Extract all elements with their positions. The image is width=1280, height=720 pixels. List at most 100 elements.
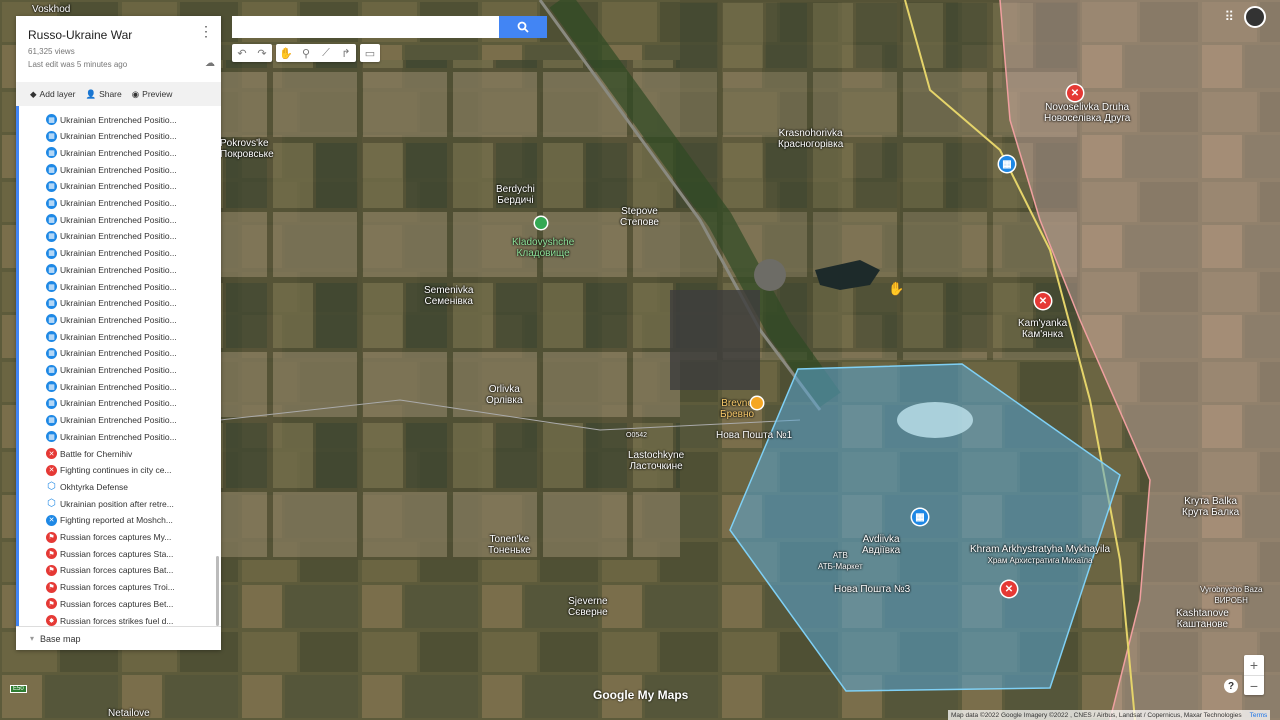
layer-list-item[interactable]: ▦ Ukrainian Entrenched Positio...: [46, 429, 177, 444]
layer-item-label: Ukrainian Entrenched Positio...: [60, 231, 177, 242]
fortification-marker[interactable]: ▦: [912, 509, 928, 525]
layer-list-item[interactable]: ⬡ Ukrainian position after retre...: [46, 496, 174, 511]
place-name: Pokrovs'ke: [220, 138, 269, 149]
blue-fort-icon: ▦: [46, 431, 57, 443]
layer-list-item[interactable]: ▦ Ukrainian Entrenched Positio...: [46, 279, 177, 294]
layer-list-item[interactable]: ⚑ Russian forces captures Bet...: [46, 596, 173, 611]
layer-list-item[interactable]: ▦ Ukrainian Entrenched Positio...: [46, 262, 177, 277]
layer-list-item[interactable]: ▦ Ukrainian Entrenched Positio...: [46, 179, 177, 194]
layer-list-item[interactable]: ▦ Ukrainian Entrenched Positio...: [46, 396, 177, 411]
help-icon[interactable]: ?: [1224, 679, 1238, 693]
layer-item-label: Ukrainian Entrenched Positio...: [60, 431, 177, 442]
layer-list-item[interactable]: ▦ Ukrainian Entrenched Positio...: [46, 296, 177, 311]
layer-list-item[interactable]: ✕ Fighting continues in city ce...: [46, 463, 172, 478]
layer-list-item[interactable]: ▦ Ukrainian Entrenched Positio...: [46, 363, 177, 378]
place-name: Lastochkyne: [628, 450, 685, 461]
draw-tools: ✋ ⚲ ⟋ ↱: [276, 44, 356, 62]
layer-list-item[interactable]: ▦ Ukrainian Entrenched Positio...: [46, 346, 177, 361]
avatar[interactable]: [1244, 6, 1266, 28]
blue-fort-icon: ▦: [46, 347, 57, 359]
directions-tool-icon[interactable]: ↱: [336, 44, 356, 62]
battle-marker[interactable]: ✕: [1067, 85, 1083, 101]
map-title[interactable]: Russo-Ukraine War: [28, 28, 132, 42]
layer-list-item[interactable]: ▦ Ukrainian Entrenched Positio...: [46, 162, 177, 177]
line-tool-icon[interactable]: ⟋: [316, 44, 336, 62]
layer-item-label: Russian forces captures Troi...: [60, 582, 175, 593]
share-button[interactable]: 👤 Share: [85, 89, 121, 100]
layer-list-item[interactable]: ✕ Battle for Chernihiv: [46, 446, 132, 461]
place-alt-name: АТБ-Маркет: [818, 562, 863, 571]
more-options-icon[interactable]: ⋮: [199, 24, 213, 38]
battle-marker[interactable]: ✕: [1035, 293, 1051, 309]
map-attribution: Map data ©2022 Google Imagery ©2022 , CN…: [948, 710, 1271, 720]
ruler-icon[interactable]: ▭: [360, 44, 380, 62]
undo-icon[interactable]: ↶: [232, 44, 252, 62]
layer-list-item[interactable]: ▦ Ukrainian Entrenched Positio...: [46, 329, 177, 344]
blue-fort-icon: ▦: [46, 197, 57, 209]
zoom-out-button[interactable]: −: [1244, 676, 1264, 696]
zoom-in-button[interactable]: +: [1244, 655, 1264, 676]
layer-item-label: Ukrainian Entrenched Positio...: [60, 381, 177, 392]
red-explosion-icon: ✸: [46, 615, 57, 626]
place-alt-name: Покровське: [220, 149, 274, 160]
place-alt-name: Степове: [620, 217, 659, 228]
search-input[interactable]: [232, 16, 499, 38]
layer-list-item[interactable]: ▦ Ukrainian Entrenched Positio...: [46, 196, 177, 211]
layer-list-item[interactable]: ⚑ Russian forces captures My...: [46, 530, 171, 545]
place-name: Voskhod: [32, 4, 71, 15]
red-flag-icon: ⚑: [46, 564, 57, 576]
place-label: Novoselivka Druha Новоселівка Друга: [1044, 102, 1130, 124]
layer-list-item[interactable]: ▦ Ukrainian Entrenched Positio...: [46, 246, 177, 261]
account-area: ⠿: [1224, 6, 1266, 28]
measure-tools: ▭: [360, 44, 380, 62]
layer-item-label: Ukrainian Entrenched Positio...: [60, 281, 177, 292]
layer-item-label: Ukrainian Entrenched Positio...: [60, 415, 177, 426]
panel-scrollbar[interactable]: [216, 556, 219, 626]
map-toolbar: ↶ ↷ ✋ ⚲ ⟋ ↱ ▭: [232, 44, 380, 62]
layer-item-label: Okhtyrka Defense: [60, 481, 129, 492]
layer-list-item[interactable]: ⬡ Okhtyrka Defense: [46, 479, 128, 494]
layer-list-item[interactable]: ▦ Ukrainian Entrenched Positio...: [46, 379, 177, 394]
add-layer-button[interactable]: ◆ Add layer: [30, 89, 75, 100]
layer-list-item[interactable]: ⚑ Russian forces captures Bat...: [46, 563, 173, 578]
layer-list-item[interactable]: ▦ Ukrainian Entrenched Positio...: [46, 413, 177, 428]
search-button[interactable]: [499, 16, 547, 38]
layer-list-item[interactable]: ✕ Fighting reported at Moshch...: [46, 513, 173, 528]
layer-list-item[interactable]: ⚑ Russian forces captures Troi...: [46, 580, 175, 595]
poi-label: Нова Пошта №1: [716, 430, 792, 441]
layer-list-item[interactable]: ▦ Ukrainian Entrenched Positio...: [46, 229, 177, 244]
battle-marker[interactable]: ✕: [1001, 581, 1017, 597]
fortification-marker[interactable]: ▦: [999, 156, 1015, 172]
hand-tool-icon[interactable]: ✋: [276, 44, 296, 62]
poi-marker[interactable]: [535, 217, 547, 229]
blue-fort-icon: ▦: [46, 114, 57, 125]
layer-list-item[interactable]: ▦ Ukrainian Entrenched Positio...: [46, 112, 177, 127]
preview-button[interactable]: ◉ Preview: [132, 89, 173, 100]
layer-list-item[interactable]: ▦ Ukrainian Entrenched Positio...: [46, 312, 177, 327]
road-label: O0542: [626, 432, 648, 439]
map-legend-panel: Russo-Ukraine War ⋮ 61,325 views Last ed…: [16, 16, 221, 650]
terms-link[interactable]: Terms: [1250, 712, 1268, 719]
marker-tool-icon[interactable]: ⚲: [296, 44, 316, 62]
layer-item-label: Ukrainian Entrenched Positio...: [60, 365, 177, 375]
panel-actions: ◆ Add layer 👤 Share ◉ Preview: [16, 82, 221, 106]
red-flag-icon: ⚑: [46, 531, 57, 543]
search-icon: [517, 21, 529, 33]
blue-fort-icon: ▦: [46, 130, 57, 142]
layer-item-label: Ukrainian Entrenched Positio...: [60, 398, 177, 409]
apps-grid-icon[interactable]: ⠿: [1224, 9, 1234, 25]
layer-list-item[interactable]: ▦ Ukrainian Entrenched Positio...: [46, 212, 177, 227]
poi-marker[interactable]: [751, 397, 763, 409]
place-alt-name: Крута Балка: [1182, 507, 1240, 518]
layer-item-label: Ukrainian Entrenched Positio...: [60, 298, 177, 309]
layer-list-item[interactable]: ▦ Ukrainian Entrenched Positio...: [46, 145, 177, 160]
view-count: 61,325 views: [28, 47, 75, 56]
layer-list-item[interactable]: ▦ Ukrainian Entrenched Positio...: [46, 129, 177, 144]
layer-item-label: Ukrainian Entrenched Positio...: [60, 181, 177, 192]
base-map-label: Base map: [40, 633, 81, 644]
place-name: ATB: [832, 551, 848, 560]
base-map-toggle[interactable]: ▾ Base map: [16, 626, 221, 650]
layer-list-item[interactable]: ⚑ Russian forces captures Sta...: [46, 546, 173, 561]
layer-item-label: Russian forces strikes fuel d...: [60, 615, 174, 626]
redo-icon[interactable]: ↷: [252, 44, 272, 62]
